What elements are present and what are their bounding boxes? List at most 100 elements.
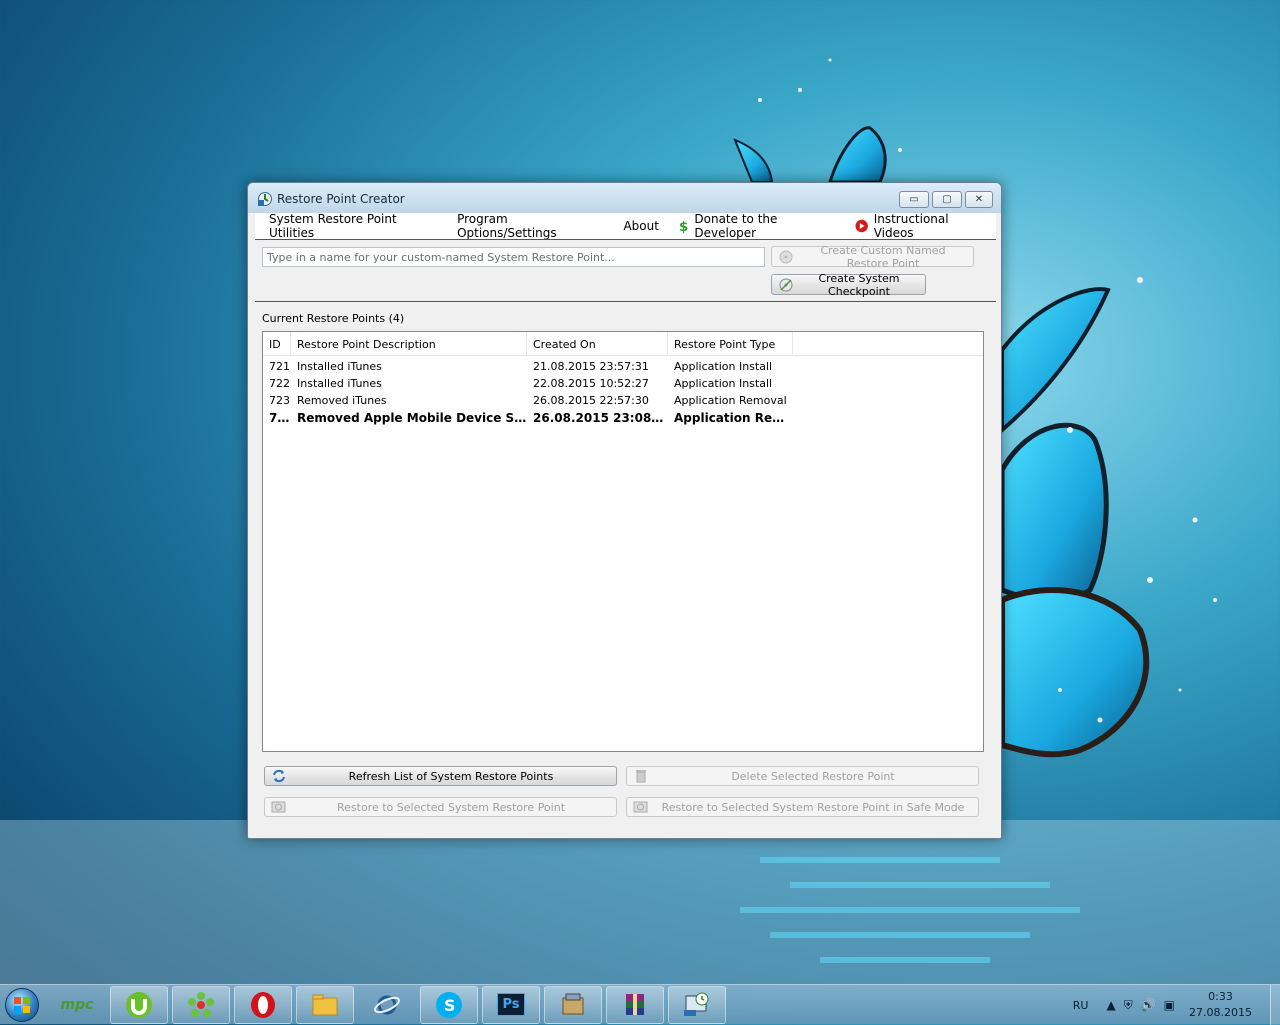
list-header: ID Restore Point Description Created On … [263,332,983,356]
icq-icon [188,991,214,1017]
taskbar-opera[interactable] [234,985,292,1024]
disk-icon [779,250,793,263]
trash-icon [636,770,646,783]
skype-icon: S [436,991,462,1018]
row-type: Application Install [674,360,773,373]
row-created-on: 26.08.2015 23:08:03 [533,411,668,425]
row-description: Installed iTunes [297,377,382,390]
taskbar-skype[interactable]: S [420,985,478,1024]
menu-instructional-videos[interactable]: Instructional Videos [845,212,996,240]
close-button[interactable]: ✕ [965,191,993,208]
table-row[interactable]: 721 Installed iTunes 21.08.2015 23:57:31… [263,358,983,375]
play-icon [855,219,869,233]
restore-points-count-label: Current Restore Points (4) [262,312,405,325]
row-created-on: 26.08.2015 22:57:30 [533,394,649,407]
app-icon [258,192,272,206]
table-row[interactable]: 723 Removed iTunes 26.08.2015 22:57:30 A… [263,392,983,409]
row-id: 721 [269,360,290,373]
menu-program-options[interactable]: Program Options/Settings [447,212,613,240]
row-id: 723 [269,394,290,407]
button-label: Refresh List of System Restore Points [348,769,554,783]
menu-label: System Restore Point Utilities [269,212,397,240]
svg-text:$: $ [679,220,688,234]
maximize-icon: ▢ [942,194,952,205]
menu-label: Instructional Videos [873,212,949,240]
winrar-icon [626,993,644,1015]
maximize-button[interactable]: ▢ [932,191,962,208]
photoshop-icon: Ps [497,993,525,1016]
row-id: 7... [269,411,291,425]
refresh-restore-points-button[interactable]: Refresh List of System Restore Points [264,766,617,786]
explorer-icon [312,994,338,1015]
clock[interactable]: 0:33 27.08.2015 [1189,989,1252,1021]
restore-safe-mode-button[interactable]: Restore to Selected System Restore Point… [626,797,979,817]
system-tray: RU ▲ ⛨ 🔊 ▣ 0:33 27.08.2015 [1073,985,1280,1025]
button-label: Restore to Selected System Restore Point [336,800,566,814]
row-description: Removed Apple Mobile Device Support [297,411,527,425]
restore-icon [633,801,648,813]
button-label: Restore to Selected System Restore Point… [661,800,965,814]
menu-separator [255,239,996,240]
dollar-icon: $ [679,220,688,234]
row-created-on: 21.08.2015 23:57:31 [533,360,649,373]
column-header-type[interactable]: Restore Point Type [668,332,793,355]
column-header-id[interactable]: ID [263,332,291,355]
row-type: Application Remo... [674,411,793,425]
taskbar-archive[interactable] [544,985,602,1024]
restore-icon [271,801,286,813]
table-row[interactable]: 7... Removed Apple Mobile Device Support… [263,409,983,426]
column-header-description[interactable]: Restore Point Description [291,332,527,355]
restore-points-list[interactable]: ID Restore Point Description Created On … [262,331,984,752]
refresh-icon [273,769,285,783]
table-row[interactable]: 722 Installed iTunes 22.08.2015 10:52:27… [263,375,983,392]
button-label: Delete Selected Restore Point [731,769,895,783]
disk-icon [779,278,793,291]
create-custom-restore-point-button[interactable]: Create Custom Named Restore Point [771,244,974,270]
taskbar-photoshop[interactable]: Ps [482,985,540,1024]
menu-bar: System Restore Point Utilities Program O… [255,212,996,240]
taskbar-explorer[interactable] [296,985,354,1024]
column-header-created-on[interactable]: Created On [527,332,668,355]
title-bar[interactable]: Restore Point Creator ▭ ▢ ✕ [248,183,1001,213]
close-icon: ✕ [974,194,984,205]
show-hidden-icons-icon[interactable]: ▲ [1106,998,1115,1012]
taskbar-icq[interactable] [172,985,230,1024]
delete-restore-point-button[interactable]: Delete Selected Restore Point [626,766,979,786]
create-system-checkpoint-button[interactable]: Create System Checkpoint [771,271,926,298]
restore-selected-button[interactable]: Restore to Selected System Restore Point [264,797,617,817]
button-label: Create System Checkpoint [818,271,900,298]
row-created-on: 22.08.2015 10:52:27 [533,377,649,390]
window-title: Restore Point Creator [277,192,405,206]
minimize-button[interactable]: ▭ [899,191,929,208]
menu-system-restore-utilities[interactable]: System Restore Point Utilities [255,212,447,240]
archive-icon [562,993,584,1014]
utorrent-icon [126,991,152,1018]
row-type: Application Install [674,377,773,390]
start-button[interactable] [0,985,44,1025]
row-description: Removed iTunes [297,394,387,407]
show-desktop-button[interactable] [1270,985,1280,1025]
restore-point-name-input[interactable] [262,247,765,267]
taskbar-mpc[interactable]: mpc [48,986,106,1024]
network-shield-icon[interactable]: ⛨ [1124,998,1133,1013]
taskbar-restore-point-creator[interactable] [668,985,726,1024]
network-icon[interactable]: ▣ [1164,998,1175,1012]
section-separator [255,301,996,302]
clock-date: 27.08.2015 [1189,1006,1252,1019]
menu-about[interactable]: About [613,213,667,239]
menu-label: Donate to the Developer [694,212,778,240]
taskbar-browser[interactable] [358,986,416,1024]
taskbar-utorrent[interactable] [110,985,168,1024]
volume-icon[interactable]: 🔊 [1141,998,1156,1012]
menu-label: About [623,219,659,233]
taskbar-winrar[interactable] [606,985,664,1024]
row-type: Application Removal [674,394,787,407]
row-description: Installed iTunes [297,360,382,373]
restore-app-icon [684,992,709,1016]
menu-donate[interactable]: $ Donate to the Developer [668,212,845,240]
mpc-icon: mpc [60,996,94,1013]
language-indicator[interactable]: RU [1073,999,1089,1012]
opera-icon [251,991,275,1018]
restore-point-creator-window: Restore Point Creator ▭ ▢ ✕ System Resto… [247,182,1002,839]
windows-logo-icon [5,987,39,1022]
